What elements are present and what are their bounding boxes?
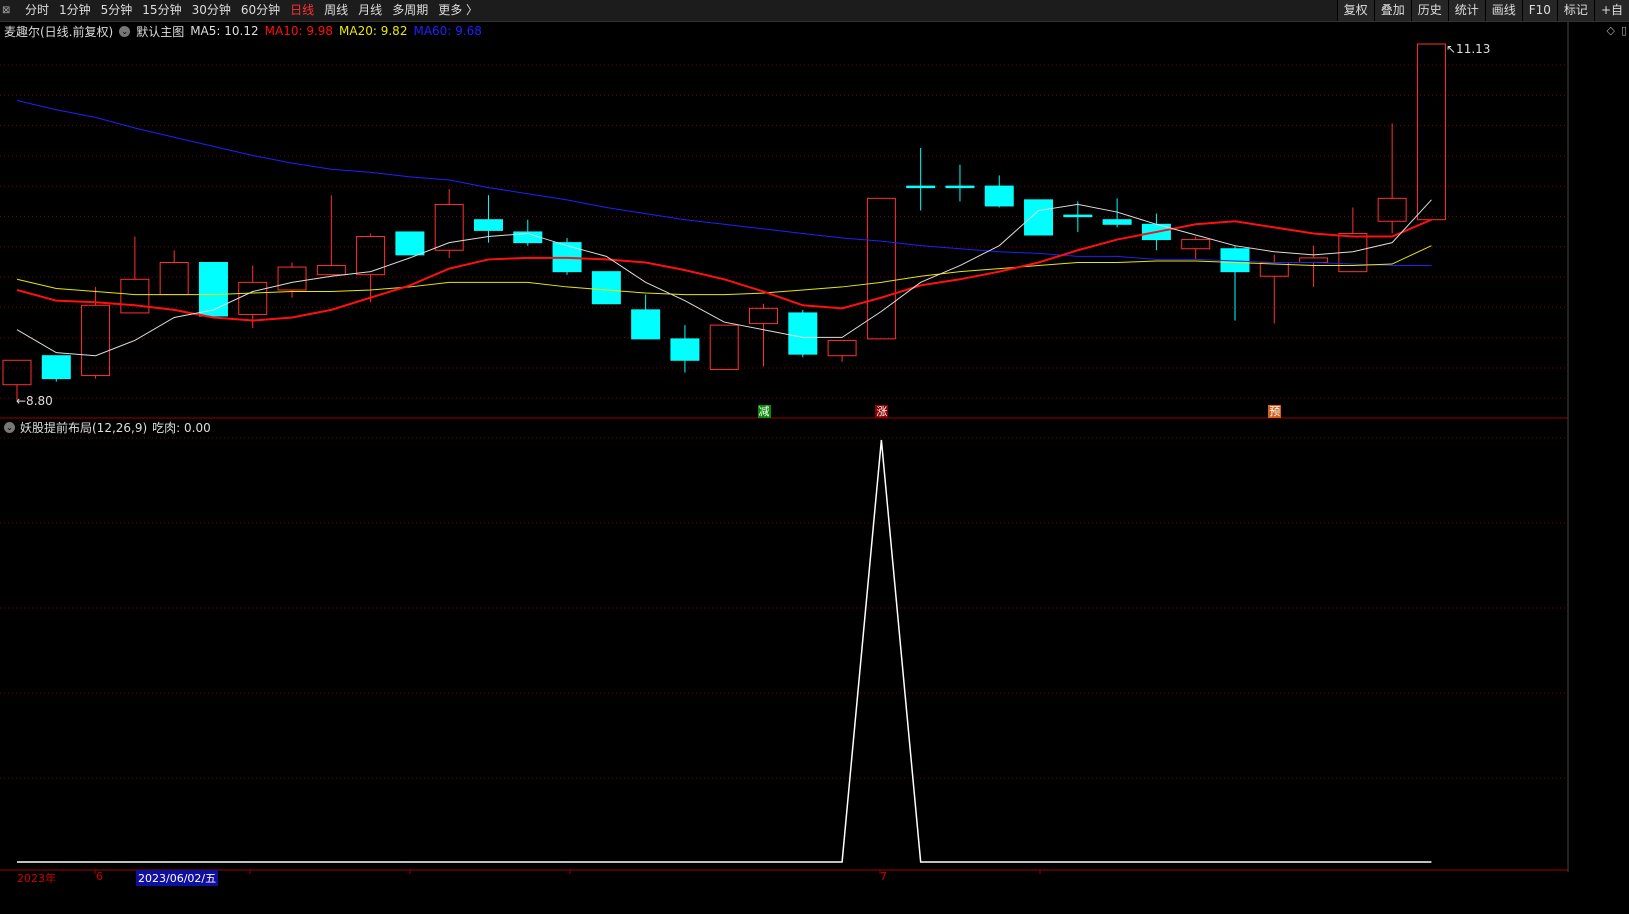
axis-year: 2023年 (17, 872, 56, 885)
indicator-line (17, 439, 1432, 863)
toolbar-button[interactable]: 标记 (1556, 0, 1594, 21)
candle-up (709, 324, 739, 370)
signal-marker: 涨 (875, 405, 889, 418)
tab-period[interactable]: 日线 (285, 3, 319, 17)
tab-period[interactable]: 1分钟 (54, 3, 96, 17)
candle-down (906, 185, 936, 189)
ma10-line (16, 218, 1432, 322)
candle-up (749, 307, 779, 325)
toolbar-button[interactable]: 复权 (1336, 0, 1374, 21)
candle-up (1416, 43, 1446, 221)
candle-up (238, 281, 268, 315)
candle-down (945, 185, 975, 189)
tab-period[interactable]: 5分钟 (96, 3, 138, 17)
candle-up (81, 304, 111, 377)
candle-down (788, 312, 818, 355)
toolbar-button[interactable]: 历史 (1410, 0, 1448, 21)
candle-up (827, 339, 857, 357)
candle-down (591, 271, 621, 305)
candle-up (434, 203, 464, 251)
cursor-date: 2023/06/02/五 (136, 870, 219, 886)
candle-down (473, 219, 503, 231)
candle-down (1024, 199, 1054, 236)
axis-month-6: 6 (96, 870, 103, 883)
candle-down (984, 185, 1014, 207)
tab-period[interactable]: 周线 (319, 3, 353, 17)
candle-down (1102, 219, 1132, 225)
candle-up (159, 261, 189, 296)
candle-down (395, 231, 425, 256)
toolbar-button[interactable]: 画线 (1484, 0, 1522, 21)
tab-period[interactable]: 多周期 (387, 3, 433, 17)
candle-down (1063, 214, 1093, 218)
candle-down (198, 261, 228, 317)
candle-down (670, 338, 700, 361)
toolbar-button[interactable]: F10 (1521, 0, 1557, 21)
high-price-label: ↖11.13 (1446, 42, 1490, 56)
ma20-line (16, 245, 1432, 296)
signal-marker: 减 (757, 405, 771, 418)
axis-month-7: 7 (880, 870, 887, 883)
low-price-label: ←8.80 (16, 394, 53, 408)
candle-up (316, 265, 346, 276)
candle-up (277, 266, 307, 291)
kline-chart[interactable]: ↖11.13 ←8.80 (0, 22, 1629, 914)
tab-period[interactable]: 60分钟 (236, 3, 285, 17)
toolbar-button[interactable]: 叠加 (1373, 0, 1411, 21)
candle-down (631, 309, 661, 340)
candle-up (356, 236, 386, 276)
signal-marker: 预 (1268, 405, 1282, 418)
tab-period[interactable]: 分时 (20, 3, 54, 17)
period-toolbar: ⊠ 分时 1分钟 5分钟 15分钟 30分钟 60分钟 日线 周线 月线 多周期 更多 〉 复权 叠加… (0, 0, 1629, 22)
candle-down (41, 355, 71, 380)
candle-up (2, 359, 32, 386)
tab-period[interactable]: 15分钟 (137, 3, 186, 17)
tab-period[interactable]: 月线 (353, 3, 387, 17)
tab-period[interactable]: 更多 〉 (433, 3, 483, 17)
tab-period[interactable]: 30分钟 (187, 3, 236, 17)
right-toolbar: 复权 叠加 历史 统计 画线 F10 标记 +自 (1336, 0, 1629, 21)
candle-up (1299, 257, 1329, 263)
collapse-icon[interactable]: ⊠ (0, 5, 20, 16)
candle-up (1377, 197, 1407, 222)
candle-up (1181, 239, 1211, 250)
toolbar-button[interactable]: +自 (1593, 0, 1629, 21)
toolbar-button[interactable]: 统计 (1447, 0, 1485, 21)
